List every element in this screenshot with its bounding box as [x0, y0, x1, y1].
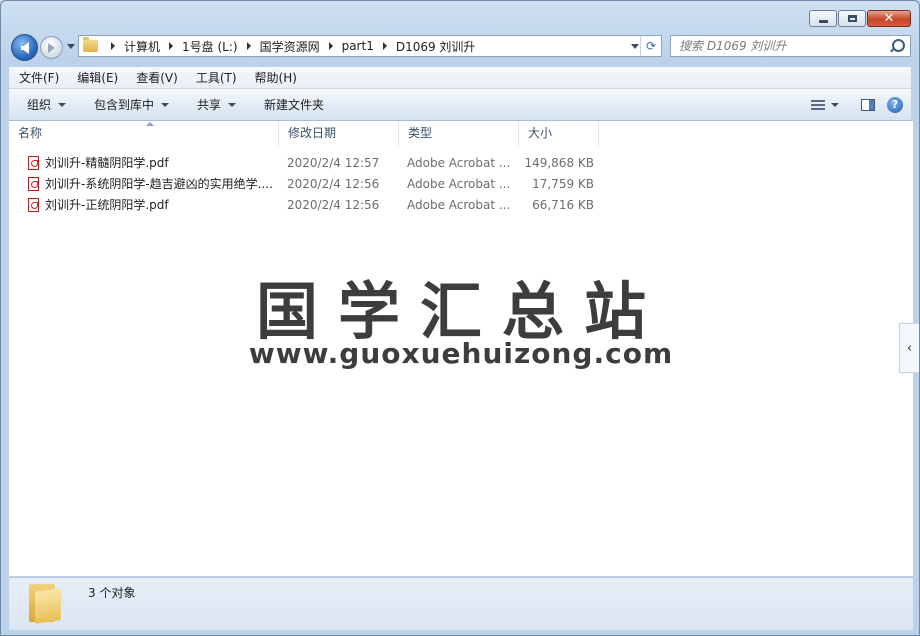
- close-icon: ✕: [883, 11, 895, 26]
- file-type: Adobe Acrobat ...: [407, 176, 511, 191]
- file-size: 17,759 KB: [532, 176, 594, 191]
- back-button[interactable]: [11, 34, 38, 61]
- breadcrumb-current[interactable]: D1069 刘训升: [396, 38, 476, 55]
- file-name: 刘训升-系统阴阳学-趋吉避凶的实用绝学....: [45, 177, 273, 191]
- address-bar[interactable]: 计算机 1号盘 (L:) 国学资源网 part1 D1069 刘训升 ⟳: [78, 35, 662, 57]
- close-button[interactable]: ✕: [867, 10, 911, 27]
- column-header-name[interactable]: 名称: [9, 121, 279, 146]
- file-name-cell: 刘训升-正统阴阳学.pdf: [9, 196, 279, 213]
- minimize-icon: [818, 20, 828, 23]
- view-options-dropdown[interactable]: [831, 102, 839, 107]
- chevron-down-icon: [58, 102, 67, 107]
- folder-icon: [29, 584, 61, 624]
- maximize-icon: [847, 15, 857, 22]
- back-arrow-icon: [20, 41, 29, 54]
- file-name: 刘训升-正统阴阳学.pdf: [45, 198, 169, 212]
- pdf-file-icon: [28, 197, 39, 212]
- folder-icon: [83, 37, 98, 52]
- command-bar: 组织 包含到库中 共享 新建文件夹 ?: [9, 89, 911, 121]
- search-box: [670, 35, 911, 57]
- chevron-left-icon: ‹: [906, 340, 913, 356]
- file-row[interactable]: 刘训升-系统阴阳学-趋吉避凶的实用绝学.... 2020/2/4 12:56 A…: [9, 173, 913, 194]
- file-date: 2020/2/4 12:57: [287, 155, 380, 170]
- item-count: 3 个对象: [88, 586, 136, 600]
- toolbar-right: ?: [811, 89, 903, 120]
- include-in-library-label: 包含到库中: [94, 98, 155, 112]
- share-label: 共享: [197, 98, 222, 112]
- breadcrumb-separator[interactable]: [328, 42, 333, 50]
- menu-view[interactable]: 查看(V): [126, 69, 186, 86]
- column-date-label: 修改日期: [288, 126, 337, 140]
- file-rows: 刘训升-精髓阴阳学.pdf 2020/2/4 12:57 Adobe Acrob…: [9, 152, 913, 215]
- recent-pages-dropdown[interactable]: [67, 44, 75, 49]
- file-date: 2020/2/4 12:56: [287, 197, 380, 212]
- column-header-size[interactable]: 大小: [519, 121, 599, 146]
- breadcrumb-folder[interactable]: 国学资源网: [260, 38, 320, 55]
- breadcrumb-separator[interactable]: [382, 42, 387, 50]
- breadcrumb-separator[interactable]: [111, 42, 115, 50]
- file-name-cell: 刘训升-精髓阴阳学.pdf: [9, 154, 279, 171]
- new-folder-button[interactable]: 新建文件夹: [246, 89, 334, 120]
- watermark-url: www.guoxuehuizong.com: [248, 337, 674, 370]
- preview-pane-icon[interactable]: [861, 98, 875, 111]
- column-headers: 名称 修改日期 类型 大小: [9, 121, 913, 146]
- chevron-down-icon: [228, 102, 237, 107]
- include-in-library-button[interactable]: 包含到库中: [76, 89, 179, 120]
- breadcrumb-computer[interactable]: 计算机: [124, 38, 160, 55]
- file-row[interactable]: 刘训升-正统阴阳学.pdf 2020/2/4 12:56 Adobe Acrob…: [9, 194, 913, 215]
- organize-button[interactable]: 组织: [9, 89, 76, 120]
- file-list-pane: 名称 修改日期 类型 大小 刘训升-精髓阴阳学.pdf 2020/2/4 12:…: [9, 121, 913, 576]
- file-type: Adobe Acrobat ...: [407, 197, 511, 212]
- address-dropdown[interactable]: [631, 44, 639, 49]
- breadcrumb-drive[interactable]: 1号盘 (L:): [182, 38, 238, 55]
- new-folder-label: 新建文件夹: [264, 98, 325, 112]
- minimize-button[interactable]: [809, 10, 837, 27]
- refresh-button[interactable]: ⟳: [640, 36, 661, 56]
- forward-arrow-icon: [48, 42, 55, 53]
- pdf-file-icon: [28, 176, 39, 191]
- file-size: 66,716 KB: [532, 197, 594, 212]
- column-name-label: 名称: [18, 126, 43, 140]
- breadcrumb-separator[interactable]: [246, 42, 251, 50]
- sort-ascending-icon: [146, 122, 154, 126]
- refresh-icon: ⟳: [645, 39, 657, 53]
- file-type: Adobe Acrobat ...: [407, 155, 511, 170]
- menu-bar: 文件(F) 编辑(E) 查看(V) 工具(T) 帮助(H): [9, 67, 911, 89]
- change-view-icon[interactable]: [811, 99, 825, 110]
- share-button[interactable]: 共享: [179, 89, 246, 120]
- column-size-label: 大小: [528, 126, 553, 140]
- search-input[interactable]: [679, 37, 879, 55]
- organize-label: 组织: [27, 98, 52, 112]
- breadcrumb: 计算机 1号盘 (L:) 国学资源网 part1 D1069 刘训升: [102, 38, 475, 55]
- search-icon[interactable]: [892, 39, 905, 52]
- caption-buttons: ✕: [809, 10, 911, 27]
- navigation-row: 计算机 1号盘 (L:) 国学资源网 part1 D1069 刘训升 ⟳: [9, 34, 911, 61]
- menu-file[interactable]: 文件(F): [9, 69, 67, 86]
- column-header-date[interactable]: 修改日期: [279, 121, 399, 146]
- column-type-label: 类型: [408, 126, 433, 140]
- maximize-button[interactable]: [838, 10, 866, 27]
- menu-tools[interactable]: 工具(T): [186, 69, 245, 86]
- file-size: 149,868 KB: [524, 155, 594, 170]
- breadcrumb-part[interactable]: part1: [342, 39, 374, 53]
- pdf-file-icon: [28, 155, 39, 170]
- file-name: 刘训升-精髓阴阳学.pdf: [45, 156, 169, 170]
- menu-help[interactable]: 帮助(H): [245, 69, 305, 86]
- explorer-window: ✕ 计算机 1号盘 (L:) 国学资源网 part1 D1069 刘训升 ⟳ 搜…: [0, 0, 920, 636]
- file-name-cell: 刘训升-系统阴阳学-趋吉避凶的实用绝学....: [9, 175, 279, 192]
- chevron-down-icon: [161, 102, 170, 107]
- forward-button[interactable]: [40, 36, 63, 59]
- details-pane: 3 个对象: [9, 577, 913, 630]
- column-header-type[interactable]: 类型: [399, 121, 519, 146]
- help-icon[interactable]: ?: [887, 96, 903, 113]
- file-row[interactable]: 刘训升-精髓阴阳学.pdf 2020/2/4 12:57 Adobe Acrob…: [9, 152, 913, 173]
- pane-toggle-button[interactable]: ‹: [899, 323, 919, 373]
- menu-edit[interactable]: 编辑(E): [67, 69, 126, 86]
- breadcrumb-separator[interactable]: [169, 42, 174, 50]
- file-date: 2020/2/4 12:56: [287, 176, 380, 191]
